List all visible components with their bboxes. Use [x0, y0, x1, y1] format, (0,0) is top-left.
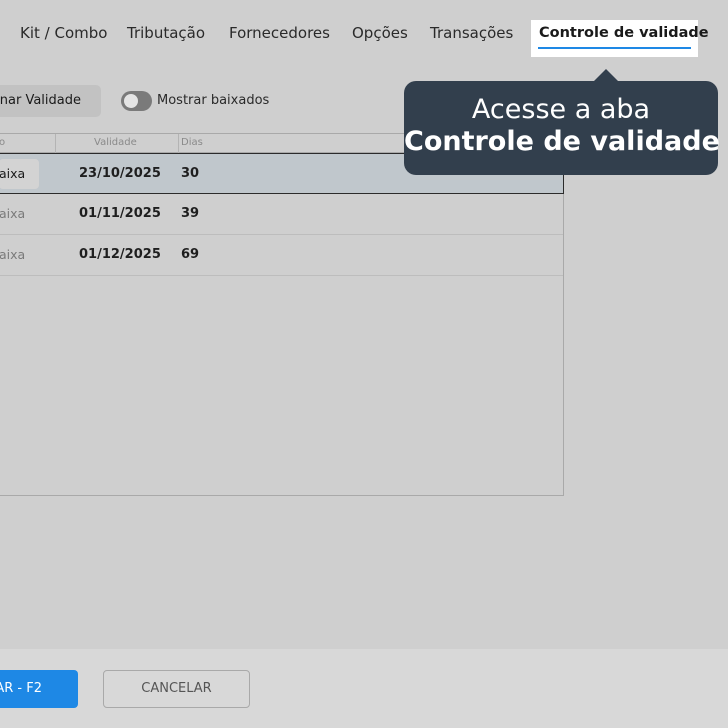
- tutorial-tooltip: Acesse a aba Controle de validade: [404, 81, 720, 175]
- show-baixados-toggle[interactable]: [121, 91, 152, 111]
- save-button[interactable]: AR - F2: [0, 670, 78, 708]
- header-action: o: [0, 137, 6, 148]
- tab-tributacao[interactable]: Tributação: [127, 24, 205, 42]
- tab-transacoes[interactable]: Transações: [430, 24, 513, 42]
- table-row[interactable]: aixa 01/12/2025 69: [0, 235, 563, 276]
- header-validade[interactable]: Validade: [94, 137, 137, 148]
- header-dias[interactable]: Dias: [181, 137, 203, 148]
- toggle-knob: [124, 94, 138, 108]
- dias-cell: 69: [181, 247, 200, 262]
- tab-controle-de-validade[interactable]: Controle de validade: [531, 20, 709, 57]
- header-divider: [55, 134, 56, 153]
- tooltip-line-1: Acesse a aba: [471, 94, 651, 125]
- tooltip-line-2: Controle de validade: [404, 126, 720, 157]
- active-tab-indicator: [538, 47, 691, 49]
- tab-opcoes[interactable]: Opções: [352, 24, 408, 42]
- validade-table: o Validade Dias aixa 23/10/2025 30 aixa …: [0, 133, 564, 496]
- footer-bar: AR - F2 CANCELAR: [0, 649, 728, 728]
- table-row[interactable]: aixa 01/11/2025 39: [0, 194, 563, 235]
- tab-kit-combo[interactable]: Kit / Combo: [20, 24, 107, 42]
- add-validade-button[interactable]: onar Validade: [0, 85, 101, 117]
- baixa-button[interactable]: aixa: [0, 159, 39, 189]
- tab-fornecedores[interactable]: Fornecedores: [229, 24, 330, 42]
- cancel-button[interactable]: CANCELAR: [103, 670, 250, 708]
- dias-cell: 39: [181, 206, 200, 221]
- baixa-button[interactable]: aixa: [0, 199, 39, 229]
- validade-cell: 01/11/2025: [79, 206, 161, 221]
- show-baixados-label: Mostrar baixados: [157, 93, 270, 108]
- validade-cell: 01/12/2025: [79, 247, 161, 262]
- header-divider: [178, 134, 179, 153]
- tab-controle-de-validade-label: Controle de validade: [539, 25, 709, 41]
- baixa-button[interactable]: aixa: [0, 240, 39, 270]
- validade-cell: 23/10/2025: [79, 166, 161, 181]
- dias-cell: 30: [181, 166, 200, 181]
